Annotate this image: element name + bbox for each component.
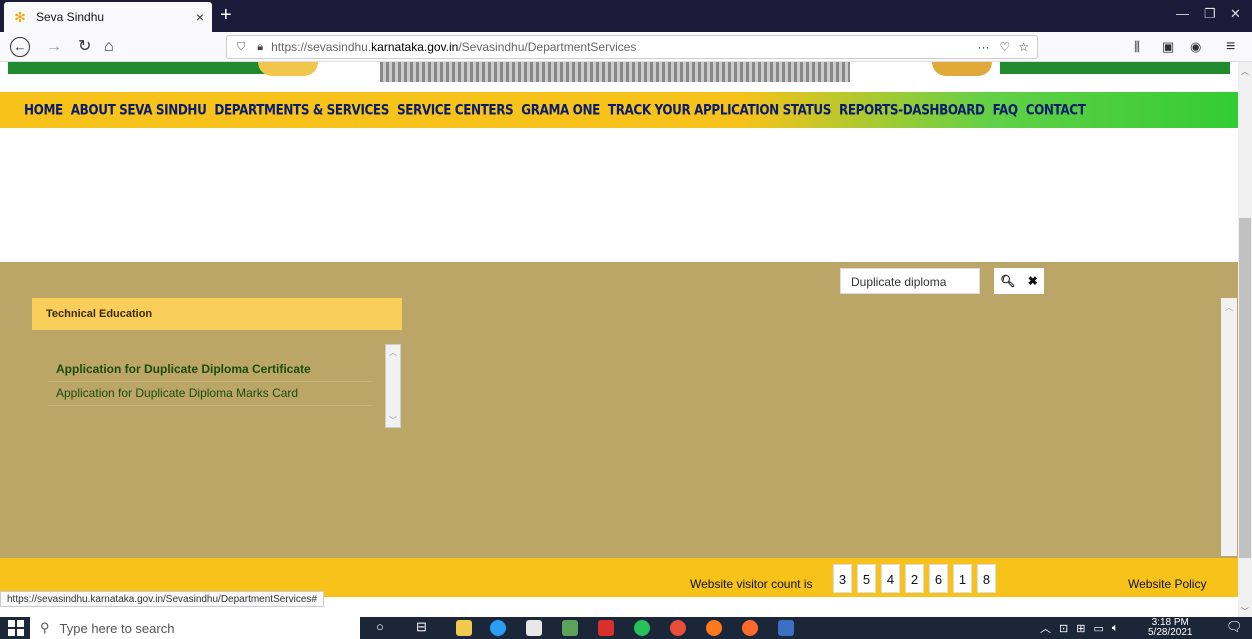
- nav-about-seva-sindhu[interactable]: ABOUT SEVA SINDHU: [71, 102, 207, 118]
- whatsapp-icon[interactable]: [634, 620, 650, 636]
- nav-faq[interactable]: FAQ: [993, 102, 1019, 118]
- scroll-up-icon[interactable]: ︿: [1241, 66, 1249, 77]
- cortana-icon[interactable]: ○: [376, 619, 384, 634]
- menu-icon[interactable]: ≡: [1226, 37, 1235, 57]
- web-page: HOME ABOUT SEVA SINDHU DEPARTMENTS & SER…: [0, 62, 1238, 597]
- nav-grama-one[interactable]: GRAMA ONE: [521, 102, 600, 118]
- file-explorer-icon[interactable]: [456, 620, 472, 636]
- network-icon[interactable]: ⊞: [1076, 622, 1085, 635]
- browser-toolbar: ← → ↻ ⌂ ⛉ 🔒︎ https://sevasindhu. karnatak…: [0, 32, 1252, 62]
- status-bar-url: https://sevasindhu.karnataka.gov.in/Seva…: [0, 591, 324, 607]
- home-icon[interactable]: ⌂: [104, 37, 114, 57]
- chrome-icon[interactable]: [670, 620, 686, 636]
- counter-digit: 2: [905, 564, 924, 593]
- nav-track-application-status[interactable]: TRACK YOUR APPLICATION STATUS: [608, 102, 831, 118]
- task-view-icon[interactable]: ⊟: [416, 619, 427, 635]
- service-list-scrollbar[interactable]: ︿ ﹀: [385, 344, 401, 428]
- taskbar-search[interactable]: ⚲ Type here to search: [30, 617, 360, 639]
- service-list: Application for Duplicate Diploma Certif…: [48, 358, 372, 416]
- counter-digit: 8: [977, 564, 996, 593]
- counter-digit: 5: [857, 564, 876, 593]
- search-icon[interactable]: 🔍︎: [1000, 274, 1015, 288]
- library-icon[interactable]: ⫼: [1134, 37, 1140, 57]
- scroll-down-icon[interactable]: ﹀: [1241, 606, 1249, 617]
- system-clock[interactable]: 3:18 PM 5/28/2021: [1148, 618, 1193, 638]
- edge-icon[interactable]: [490, 620, 506, 636]
- windows-taskbar: ⚲ Type here to search ○ ⊟ ︿ ⊡ ⊞ ▭ 🔈︎ 3:1…: [0, 617, 1252, 639]
- browser-tab-bar: ✻ Seva Sindhu × + — ❐ ✕: [0, 0, 1252, 32]
- tab-close-icon[interactable]: ×: [196, 9, 204, 25]
- url-prefix: https://sevasindhu.: [271, 40, 372, 54]
- address-bar[interactable]: ⛉ 🔒︎ https://sevasindhu. karnataka.gov.in…: [226, 35, 1038, 59]
- notifications-icon[interactable]: 🗨︎: [1226, 619, 1243, 635]
- reload-icon[interactable]: ↻: [78, 37, 91, 57]
- website-policy-link[interactable]: Website Policy: [1128, 577, 1206, 591]
- vidhana-soudha-image: [380, 62, 850, 82]
- visitor-count-label: Website visitor count is: [690, 577, 813, 591]
- clear-search-icon[interactable]: ✖: [1028, 274, 1038, 288]
- firefox-icon[interactable]: [706, 620, 722, 636]
- shield-icon[interactable]: ⛉: [237, 41, 245, 54]
- counter-digit: 4: [881, 564, 900, 593]
- volume-icon[interactable]: 🔈︎: [1112, 622, 1119, 635]
- url-path: /Sevasindhu/DepartmentServices: [458, 40, 637, 54]
- account-icon[interactable]: ◉: [1190, 37, 1201, 57]
- url-domain: karnataka.gov.in: [371, 40, 459, 54]
- seva-sindhu-favicon-icon: ✻: [14, 9, 26, 25]
- panel-scrollbar[interactable]: ︿: [1221, 298, 1237, 556]
- nav-contact[interactable]: CONTACT: [1026, 102, 1086, 118]
- nav-departments-services[interactable]: DEPARTMENTS & SERVICES: [214, 102, 389, 118]
- paint-icon[interactable]: [742, 620, 758, 636]
- nav-reports-dashboard[interactable]: REPORTS-DASHBOARD: [839, 102, 985, 118]
- bookmark-star-icon[interactable]: ☆: [1018, 40, 1029, 54]
- restore-icon[interactable]: ❐: [1204, 6, 1216, 22]
- nav-home[interactable]: HOME: [24, 102, 63, 118]
- counter-digit: 6: [929, 564, 948, 593]
- windows-start-icon[interactable]: [8, 620, 24, 636]
- service-search-input[interactable]: Duplicate diploma: [840, 268, 980, 294]
- scroll-down-icon[interactable]: ﹀: [389, 415, 397, 426]
- store-icon[interactable]: [526, 620, 542, 636]
- meet-now-icon[interactable]: ⊡: [1059, 622, 1068, 635]
- counter-digit: 3: [833, 564, 852, 593]
- browser-tab[interactable]: ✻ Seva Sindhu ×: [4, 2, 212, 32]
- site-banner: [0, 62, 1238, 92]
- window-close-icon[interactable]: ✕: [1230, 6, 1241, 22]
- main-navigation: HOME ABOUT SEVA SINDHU DEPARTMENTS & SER…: [0, 92, 1238, 128]
- new-tab-button[interactable]: +: [220, 4, 232, 26]
- counter-digit: 1: [953, 564, 972, 593]
- page-scrollbar[interactable]: ︿ ﹀: [1238, 62, 1252, 617]
- pocket-icon[interactable]: ♡: [999, 40, 1010, 54]
- scroll-up-icon[interactable]: ︿: [1225, 302, 1233, 313]
- tab-title: Seva Sindhu: [36, 10, 105, 24]
- seva-sindhu-logo: [258, 62, 318, 76]
- department-header[interactable]: Technical Education: [32, 298, 402, 330]
- sidebar-icon[interactable]: ▣: [1162, 37, 1174, 57]
- banner-strip-left: [8, 62, 298, 74]
- service-duplicate-diploma-marks-card[interactable]: Application for Duplicate Diploma Marks …: [48, 382, 372, 406]
- lock-icon[interactable]: 🔒︎: [257, 41, 263, 54]
- minimize-icon[interactable]: —: [1176, 6, 1189, 21]
- visitor-counter: 3 5 4 2 6 1 8: [833, 564, 1001, 593]
- service-duplicate-diploma-certificate[interactable]: Application for Duplicate Diploma Certif…: [48, 358, 372, 382]
- nav-service-centers[interactable]: SERVICE CENTERS: [397, 102, 514, 118]
- battery-icon[interactable]: ▭: [1093, 622, 1103, 635]
- system-tray: ︿ ⊡ ⊞ ▭ 🔈︎: [1040, 617, 1118, 639]
- back-arrow-icon[interactable]: ←: [10, 37, 30, 57]
- anydesk-icon[interactable]: [598, 620, 614, 636]
- scroll-thumb[interactable]: [1239, 218, 1251, 558]
- clock-date: 5/28/2021: [1148, 627, 1193, 638]
- taskbar-search-placeholder: Type here to search: [59, 620, 175, 636]
- scroll-up-icon[interactable]: ︿: [389, 347, 397, 358]
- search-actions: 🔍︎ ✖: [994, 268, 1044, 294]
- search-icon: ⚲: [40, 620, 50, 635]
- karnataka-emblem: [932, 62, 992, 76]
- banner-strip-right: [1000, 62, 1230, 74]
- forward-arrow-icon[interactable]: →: [46, 37, 62, 57]
- page-actions-icon[interactable]: ···: [977, 40, 989, 54]
- photos-icon[interactable]: [562, 620, 578, 636]
- word-icon[interactable]: [778, 620, 794, 636]
- chevron-up-icon[interactable]: ︿: [1040, 620, 1051, 636]
- services-section: Duplicate diploma 🔍︎ ✖ Technical Educati…: [0, 262, 1238, 558]
